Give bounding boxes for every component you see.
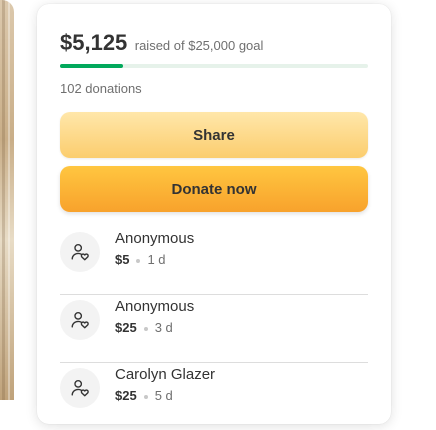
donation-amount: $25 <box>115 320 137 335</box>
raised-summary: $5,125 raised of $25,000 goal <box>60 30 263 56</box>
separator-dot <box>143 394 148 399</box>
campaign-photo <box>0 0 14 400</box>
donation-amount: $25 <box>115 388 137 403</box>
person-heart-icon <box>60 232 100 272</box>
donor-meta: $25 3 d <box>115 320 173 335</box>
progress-bar <box>60 64 368 68</box>
person-heart-icon <box>60 300 100 340</box>
list-item: Carolyn Glazer $25 5 d <box>60 362 368 430</box>
donate-now-button[interactable]: Donate now <box>60 166 368 212</box>
separator-dot <box>143 326 148 331</box>
donation-amount: $5 <box>115 252 130 267</box>
donation-count: 102 donations <box>60 81 142 96</box>
donor-name: Anonymous <box>115 298 195 315</box>
raised-amount: $5,125 <box>60 30 128 55</box>
separator-dot <box>136 258 141 263</box>
donor-name: Anonymous <box>115 230 195 247</box>
donation-time: 5 d <box>154 388 173 403</box>
progress-fill <box>60 64 124 68</box>
person-heart-icon <box>60 368 100 408</box>
donation-time: 3 d <box>154 320 173 335</box>
share-button[interactable]: Share <box>60 112 368 158</box>
donor-meta: $5 1 d <box>115 252 166 267</box>
donation-time: 1 d <box>147 252 166 267</box>
donor-meta: $25 5 d <box>115 388 173 403</box>
donor-name: Carolyn Glazer <box>115 366 216 383</box>
list-item: Anonymous $25 3 d <box>60 294 368 363</box>
donation-card: $5,125 raised of $25,000 goal 102 donati… <box>37 4 391 424</box>
goal-text: raised of $25,000 goal <box>134 38 264 53</box>
list-item: Anonymous $5 1 d <box>60 226 368 295</box>
